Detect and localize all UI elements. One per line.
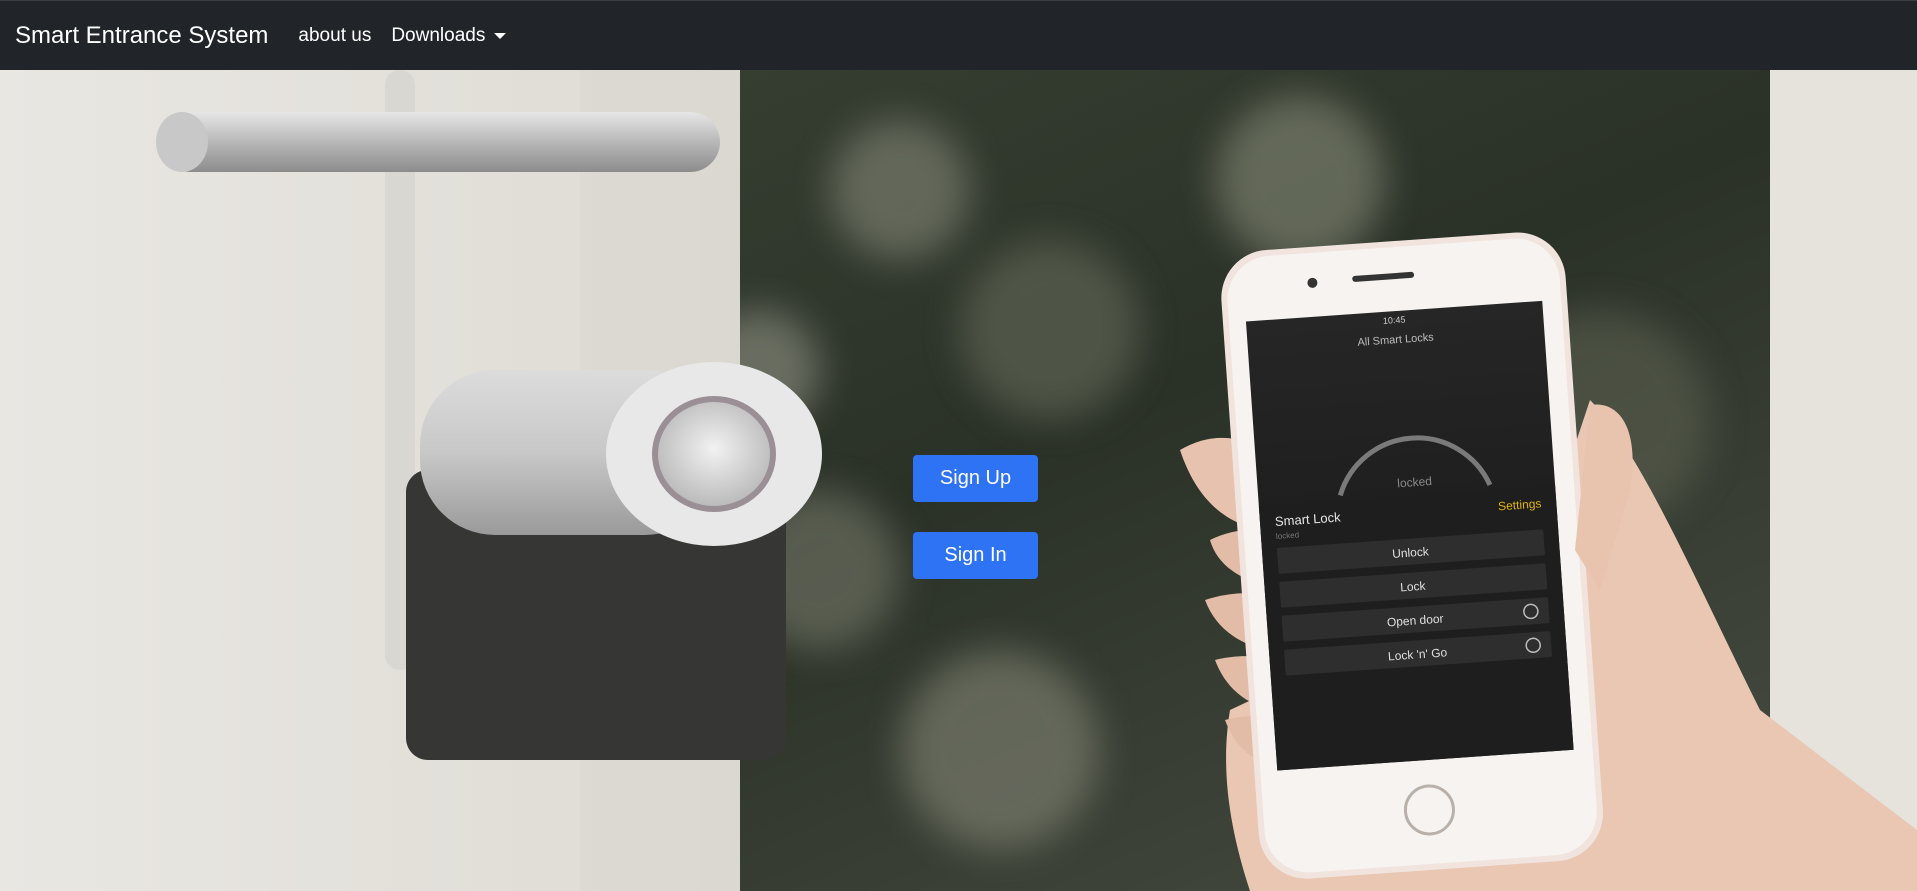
phone-action-lock: Lock [1400, 579, 1427, 595]
brand-link[interactable]: Smart Entrance System [15, 22, 268, 50]
nav-downloads-label: Downloads [391, 24, 486, 46]
nav-downloads-dropdown[interactable]: Downloads [391, 24, 507, 47]
sign-up-button[interactable]: Sign Up [913, 455, 1038, 502]
hero-section: 10:45 All Smart Locks locked Smart Lock … [0, 70, 1917, 891]
navbar: Smart Entrance System about us Downloads [0, 0, 1917, 70]
phone-status-time: 10:45 [1383, 314, 1406, 326]
phone-dial-status: locked [1397, 474, 1433, 490]
phone-action-unlock: Unlock [1392, 544, 1431, 561]
phone-lock-sub: locked [1276, 530, 1300, 541]
nav-about-us[interactable]: about us [298, 25, 371, 47]
sign-in-button[interactable]: Sign In [913, 532, 1038, 579]
caret-down-icon [494, 32, 507, 39]
